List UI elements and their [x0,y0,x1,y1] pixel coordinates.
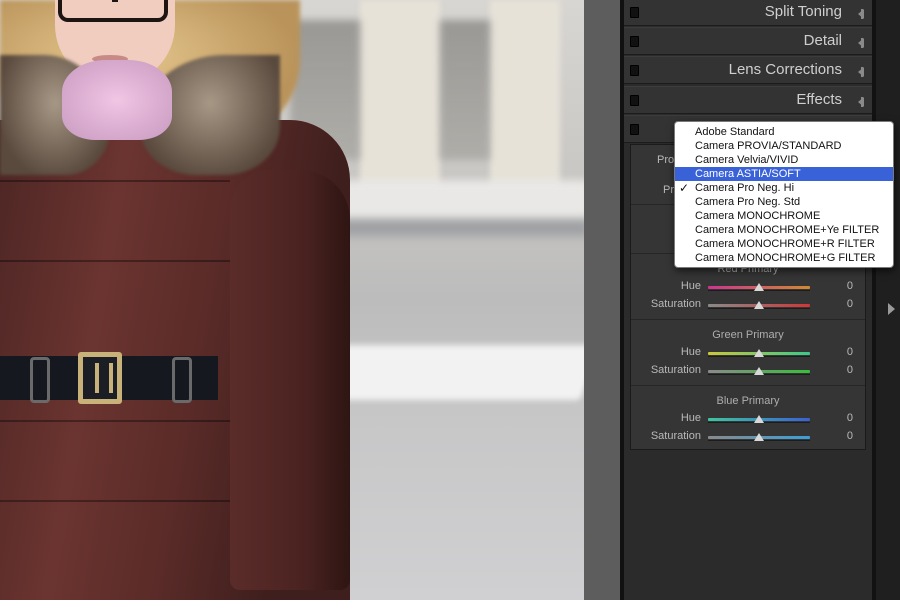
dropdown-item[interactable]: Camera PROVIA/STANDARD [675,139,893,153]
green-saturation-value[interactable]: 0 [823,364,853,376]
background-pillar [360,0,440,190]
background-gate [440,20,490,160]
slider-thumb[interactable] [754,349,764,357]
saturation-label: Saturation [650,298,701,310]
section-title: Split Toning [764,3,842,20]
red-saturation-value[interactable]: 0 [823,298,853,310]
dropdown-item[interactable]: Camera MONOCHROME+R FILTER [675,237,893,251]
checkmark-icon: ✓ [679,181,690,195]
slider-thumb[interactable] [754,433,764,441]
panel-switch-icon[interactable] [630,7,639,18]
dropdown-item[interactable]: Camera MONOCHROME [675,209,893,223]
dropdown-item[interactable]: Camera MONOCHROME+Ye FILTER [675,223,893,237]
collapse-triangle-icon[interactable] [858,67,864,77]
belt-loop [172,357,192,403]
section-split-toning[interactable]: Split Toning [624,0,872,26]
slider-thumb[interactable] [754,283,764,291]
collapse-triangle-icon[interactable] [858,9,864,19]
collapse-triangle-icon[interactable] [858,97,864,107]
dropdown-item[interactable]: Camera Pro Neg. Std [675,195,893,209]
workspace-gutter [584,0,622,600]
glasses [58,0,168,22]
coat-sleeve [230,170,350,590]
blue-saturation-value[interactable]: 0 [823,430,853,442]
dropdown-item[interactable]: Camera MONOCHROME+G FILTER [675,251,893,265]
slider-thumb[interactable] [754,415,764,423]
blue-hue-value[interactable]: 0 [823,412,853,424]
process-label: Pr [663,184,674,196]
collapse-triangle-icon[interactable] [858,38,864,48]
panel-switch-icon[interactable] [630,36,639,47]
blue-primary-title: Blue Primary [716,395,780,407]
section-title: Lens Corrections [728,61,842,78]
green-hue-value[interactable]: 0 [823,346,853,358]
belt-buckle [78,352,122,404]
section-lens-corrections[interactable]: Lens Corrections [624,56,872,84]
profile-label: Pro [657,154,675,166]
right-edge-strip [872,0,900,600]
camera-profile-dropdown[interactable]: Adobe Standard Camera PROVIA/STANDARD Ca… [674,121,894,268]
develop-right-panel: Split Toning Detail Lens Corrections Eff… [624,0,872,600]
expand-filmstrip-arrow-icon[interactable] [888,303,895,315]
slider-thumb[interactable] [754,367,764,375]
section-effects[interactable]: Effects [624,86,872,114]
belt-loop [30,357,50,403]
panel-switch-icon[interactable] [630,95,639,106]
panel-switch-icon[interactable] [630,65,639,76]
hue-label: Hue [680,346,701,358]
dropdown-item-highlighted[interactable]: Camera ASTIA/SOFT [675,167,893,181]
photo-canvas[interactable] [0,0,584,600]
slider-thumb[interactable] [754,301,764,309]
panel-switch-icon[interactable] [630,124,639,135]
dropdown-item-selected[interactable]: ✓ Camera Pro Neg. Hi [675,181,893,195]
scarf [62,60,172,140]
green-primary-title: Green Primary [712,329,784,341]
dropdown-item[interactable]: Camera Velvia/VIVID [675,153,893,167]
hue-label: Hue [680,412,701,424]
saturation-label: Saturation [650,364,701,376]
background-pillar [490,0,560,190]
saturation-label: Saturation [650,430,701,442]
dropdown-item[interactable]: Adobe Standard [675,125,893,139]
road-marking [319,345,584,400]
section-title: Effects [796,91,842,108]
hue-label: Hue [680,280,701,292]
red-hue-value[interactable]: 0 [823,280,853,292]
section-detail[interactable]: Detail [624,27,872,55]
section-title: Detail [803,32,842,49]
